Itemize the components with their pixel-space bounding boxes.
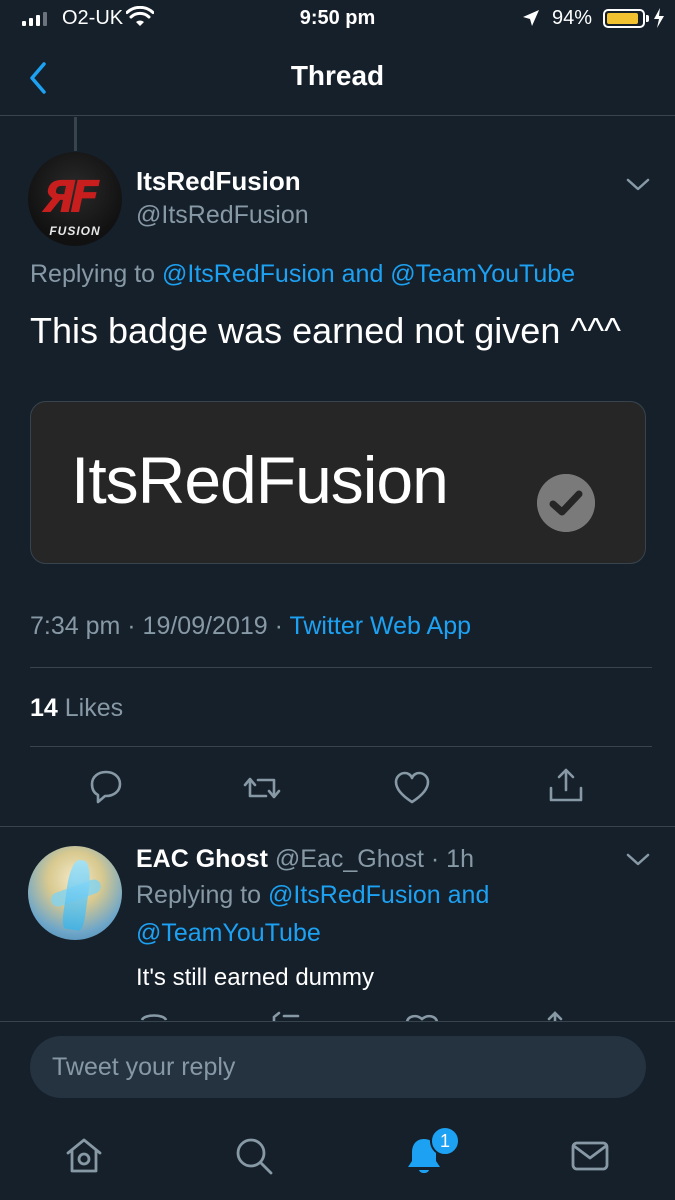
reply-input[interactable] xyxy=(30,1036,646,1098)
chevron-down-icon[interactable] xyxy=(625,177,651,193)
author-handle[interactable]: @ItsRedFusion xyxy=(136,201,309,230)
divider xyxy=(30,746,652,747)
divider xyxy=(0,826,675,827)
replying-to-link[interactable]: @ItsRedFusion and @TeamYouTube xyxy=(162,260,575,288)
notification-badge: 1 xyxy=(430,1126,460,1156)
share-icon[interactable] xyxy=(546,766,586,806)
battery-percent: 94% xyxy=(552,7,593,29)
avatar[interactable] xyxy=(28,846,122,940)
replying-to: Replying to @ItsRedFusion and @TeamYouTu… xyxy=(30,260,576,288)
tweet-source[interactable]: Twitter Web App xyxy=(289,612,471,640)
reply-icon[interactable] xyxy=(86,766,126,806)
tweet-image[interactable]: ItsRedFusion xyxy=(30,401,646,564)
author-name[interactable]: ItsRedFusion xyxy=(136,166,301,197)
location-icon xyxy=(523,10,539,26)
verified-check-icon xyxy=(537,474,595,532)
reply-handle-time[interactable]: @Eac_Ghost · 1h xyxy=(275,845,474,873)
home-icon[interactable] xyxy=(62,1134,106,1178)
nav-bar: Thread xyxy=(0,40,675,116)
tweet-timestamp: 7:34 pm · 19/09/2019 · xyxy=(30,612,290,640)
thread-connector xyxy=(74,117,77,151)
battery-icon xyxy=(603,9,645,28)
image-text: ItsRedFusion xyxy=(71,443,449,517)
replying-to-link[interactable]: @TeamYouTube xyxy=(136,919,321,948)
likes-count[interactable]: 14 Likes xyxy=(30,694,123,723)
replying-to-link[interactable]: @ItsRedFusion and xyxy=(268,881,489,909)
search-icon[interactable] xyxy=(232,1134,276,1178)
reply-header: EAC Ghost @Eac_Ghost · 1h xyxy=(136,845,474,874)
reply-text: It's still earned dummy xyxy=(136,964,374,991)
replying-to: Replying to @ItsRedFusion and xyxy=(136,881,490,909)
logo-mark: ЯF xyxy=(36,172,100,223)
like-icon[interactable] xyxy=(392,768,432,808)
tweet-meta: 7:34 pm · 19/09/2019 · Twitter Web App xyxy=(30,612,471,641)
divider xyxy=(30,667,652,668)
page-title: Thread xyxy=(290,60,385,91)
avatar[interactable]: ЯF FUSION xyxy=(28,152,122,246)
charging-icon xyxy=(654,8,664,28)
status-bar: O2-UK 9:50 pm 94% xyxy=(0,0,675,40)
retweet-icon[interactable] xyxy=(242,768,282,808)
reply-author-name[interactable]: EAC Ghost xyxy=(136,845,268,873)
tweet-text: This badge was earned not given ^^^ xyxy=(30,310,622,351)
reply-compose[interactable] xyxy=(30,1036,646,1098)
messages-icon[interactable] xyxy=(568,1134,612,1178)
avatar-logo-text: FUSION xyxy=(49,224,101,238)
chevron-down-icon[interactable] xyxy=(625,852,651,868)
